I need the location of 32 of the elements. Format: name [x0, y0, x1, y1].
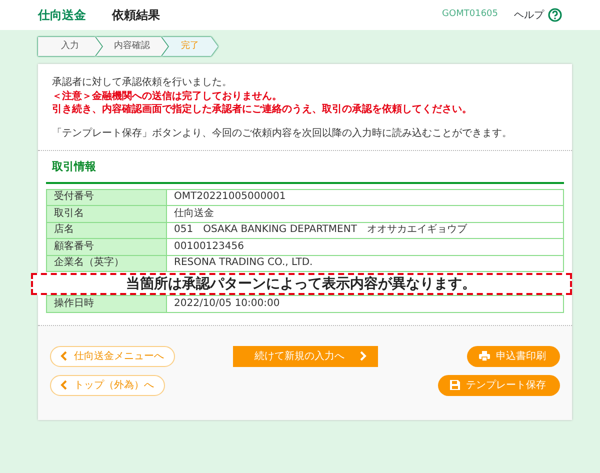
row-label: 企業名（英字）: [46, 255, 166, 272]
print-button[interactable]: 申込書印刷: [467, 346, 560, 366]
notice-banner: 当箇所は承認パターンによって表示内容が異なります。: [30, 273, 572, 295]
help-link[interactable]: ヘルプ: [514, 8, 562, 22]
message-text: 「テンプレート保存」ボタンより、今回のご依頼内容を次回以降の入力時に読み込むことができます。: [52, 126, 513, 140]
row-label: 取引名: [46, 206, 166, 222]
row-value: 00100123456: [166, 238, 564, 255]
row-label: 操作日時: [46, 296, 166, 312]
back-button[interactable]: トップ（外為）へ: [50, 374, 165, 396]
row-label: 店名: [46, 222, 166, 238]
row-label: 受付番号: [46, 189, 166, 206]
chevron-left-icon: [59, 380, 68, 390]
warning-message: ＜注意＞金融機関への送信は完了しておりません。: [52, 90, 283, 103]
row-value: 仕向送金: [166, 206, 564, 222]
screen-id: GOMT01605: [442, 8, 498, 22]
row-label: 顧客番号: [46, 238, 166, 255]
printer-icon: [479, 351, 490, 361]
message-text: 承認者に対して承認依頼を行いました。: [52, 76, 233, 90]
next-button[interactable]: 続けて新規の入力へ: [232, 346, 378, 366]
section-title: 取引情報: [46, 159, 564, 184]
row-value: OMT20221005000001: [166, 189, 564, 206]
back-button[interactable]: 仕向送金メニューへ: [50, 346, 175, 366]
help-icon: [548, 8, 562, 22]
row-value: RESONA TRADING CO., LTD.: [166, 255, 564, 272]
save-template-button[interactable]: テンプレート保存: [438, 374, 560, 396]
chevron-right-icon: [358, 351, 368, 361]
row-value: 2022/10/05 10:00:00: [166, 296, 564, 312]
page-title: 依頼結果: [112, 7, 160, 24]
chevron-left-icon: [59, 351, 68, 361]
row-value: 051 OSAKA BANKING DEPARTMENT オオサカエイギョウブ: [166, 222, 564, 238]
service-title: 仕向送金: [38, 7, 86, 24]
warning-message: 引き続き、内容確認画面で指定した承認者にご連絡のうえ、取引の承認を依頼してください。: [52, 103, 473, 116]
